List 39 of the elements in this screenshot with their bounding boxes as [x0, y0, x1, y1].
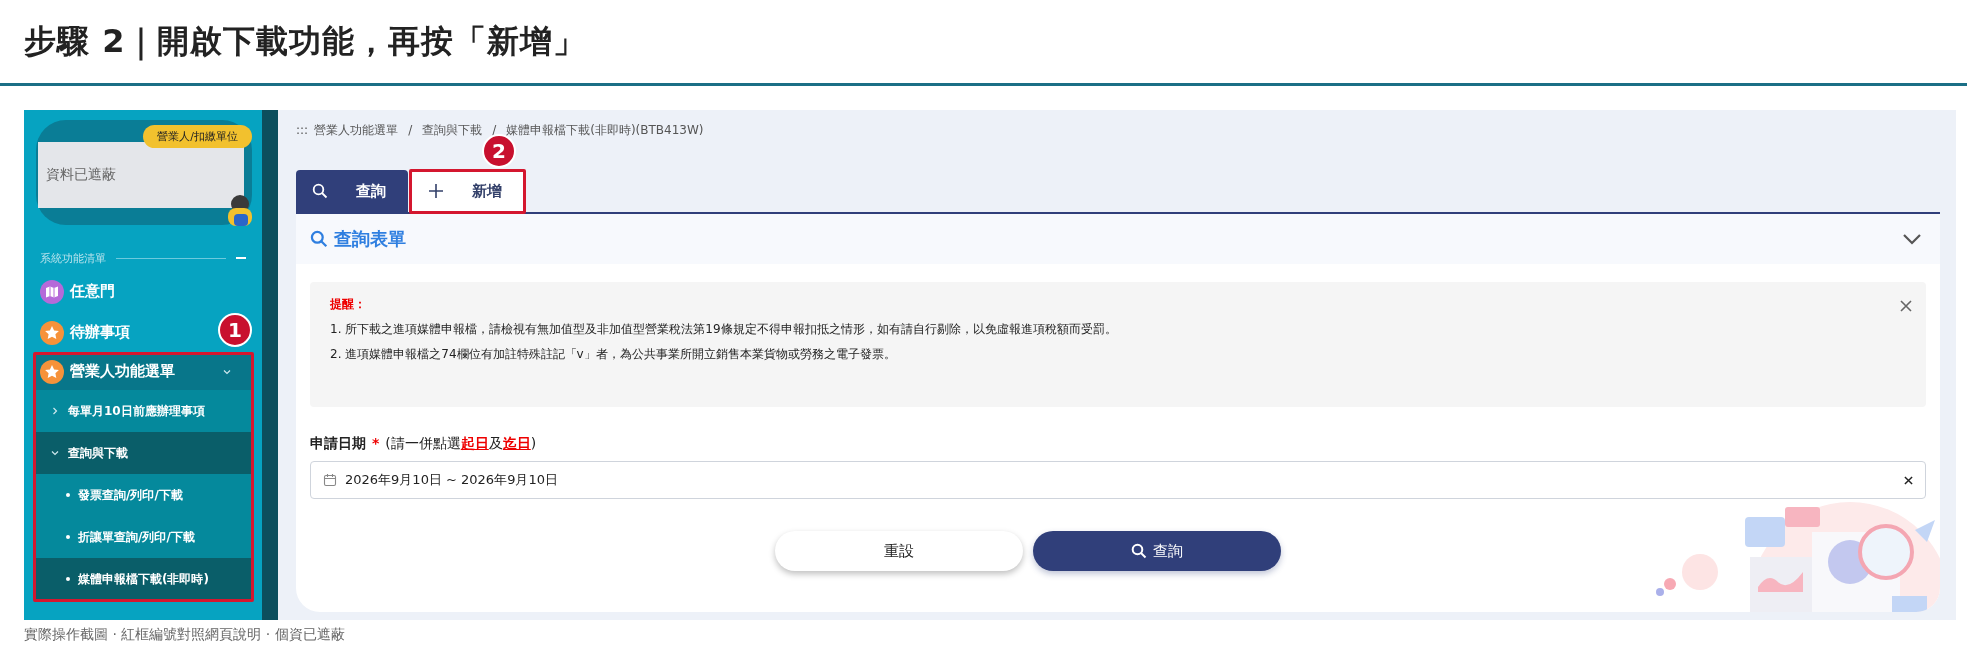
search-icon [312, 183, 328, 199]
breadcrumb-prefix: ::: [296, 123, 309, 137]
masked-area: 資料已遮蔽 [38, 142, 244, 208]
submenu-link[interactable]: 折讓單查詢/列印/下載 [36, 516, 252, 558]
map-icon [40, 279, 64, 304]
menu-item[interactable]: 營業人功能選單 [36, 353, 252, 390]
search-icon [1131, 543, 1147, 559]
notice-title: 提醒： [330, 296, 367, 313]
sidebar-scrollbar[interactable] [262, 110, 278, 620]
caption: 實際操作截圖 · 紅框編號對照網頁說明 · 個資已遮蔽 [23, 625, 346, 644]
field-hint: (請一併點選起日及迄日) [385, 435, 537, 453]
breadcrumb-link[interactable]: 查詢與下載 [422, 121, 483, 139]
required-mark: * [372, 435, 380, 451]
submenu-item[interactable]: 查詢與下載 [36, 432, 252, 474]
search-button[interactable]: 查詢 [1033, 531, 1281, 571]
reset-button[interactable]: 重設 [775, 531, 1023, 571]
breadcrumb-separator: / [492, 123, 497, 137]
breadcrumb-link[interactable]: 營業人功能選單 [314, 121, 399, 139]
calendar-icon [323, 473, 337, 487]
notice-text: 2. 進項媒體申報檔之74欄位有加註特殊註記「v」者，為公共事業所開立銷售本業貨物或勞務之電子發票。 [330, 346, 897, 363]
submenu-link[interactable]: 媒體申報檔下載(非即時) [36, 558, 252, 600]
page-title: 步驟 2｜開啟下載功能，再按「新增」 [24, 20, 587, 63]
chevron-icon[interactable] [1902, 233, 1922, 245]
search-icon [310, 230, 328, 248]
breadcrumb-separator: / [408, 123, 413, 137]
section-title: 系統功能清單 [40, 250, 106, 266]
tab[interactable]: 新增 [412, 170, 524, 212]
panel-title: 查詢表單 [334, 227, 407, 251]
field-label: 申請日期 [310, 435, 366, 453]
date-range-field[interactable]: 2026年9月10日 ~ 2026年9月10日 [310, 461, 1926, 499]
close-icon[interactable] [1900, 300, 1912, 312]
submenu-link[interactable]: 發票查詢/列印/下載 [36, 474, 252, 516]
tab[interactable]: 查詢 [296, 170, 408, 212]
submenu-item[interactable]: 每單月10日前應辦理事項 [36, 390, 252, 432]
role-badge: 營業人/扣繳單位 [143, 125, 252, 148]
clear-icon[interactable] [1904, 475, 1913, 485]
plus-icon [428, 183, 444, 199]
notice-text: 1. 所下載之進項媒體申報檔，請檢視有無加值型及非加值型營業稅法第19條規定不得申報扣抵之情形，如有請自行剔除，以免虛報進項稅額而受罰。 [330, 321, 1118, 338]
step-number: 1 [218, 313, 252, 347]
